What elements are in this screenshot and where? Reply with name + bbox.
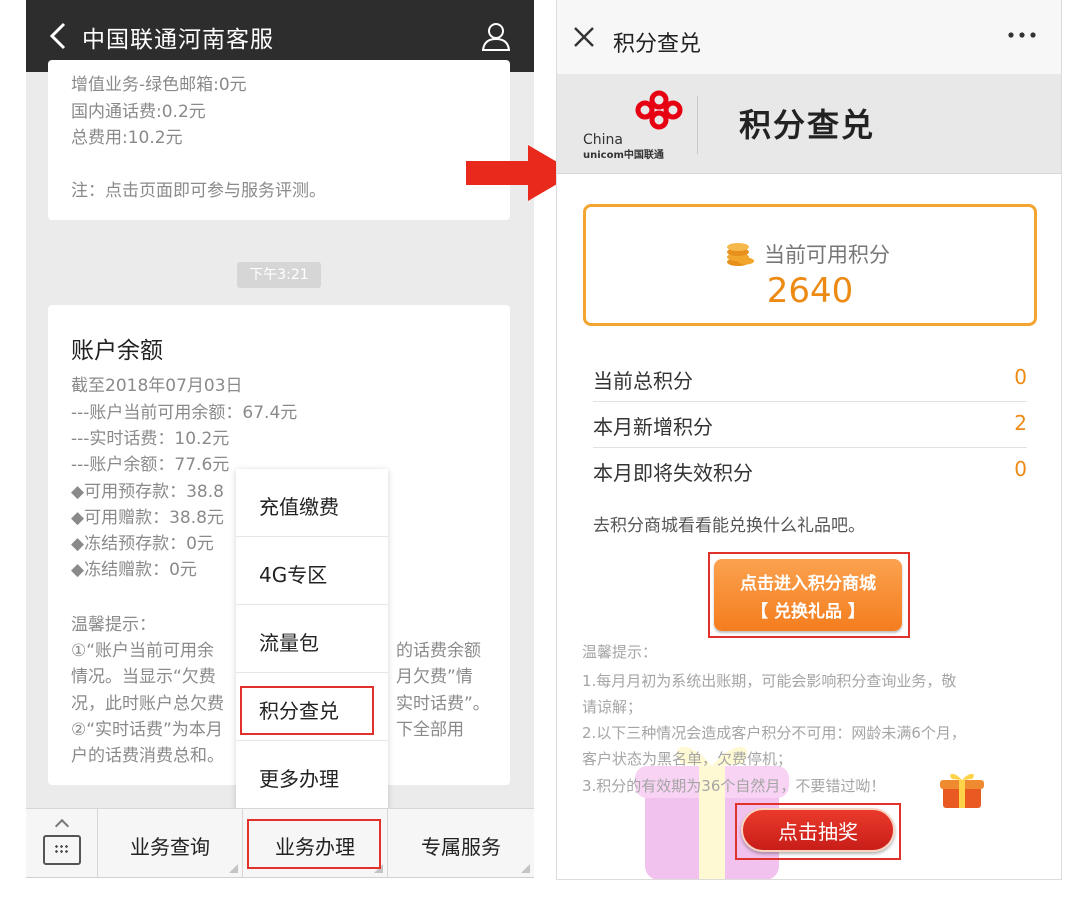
bill-line-total: 总费用:10.2元 <box>71 128 183 148</box>
balance-line: ◆冻结预存款：0元 <box>71 534 214 554</box>
tab-business-query[interactable]: 业务查询 <box>98 809 243 877</box>
balance-line: ◆可用赠款：38.8元 <box>71 508 224 528</box>
tab-label: 专属服务 <box>421 835 501 859</box>
balance-line: ---实时话费：10.2元 <box>71 429 230 449</box>
tips-line: 1.每月月初为系统出账期，可能会影响积分查询业务，敬 <box>582 672 957 690</box>
tips-heading: 温馨提示： <box>582 643 658 661</box>
china-unicom-logo: China unicom中国联通 <box>579 86 699 162</box>
available-points-value: 2640 <box>766 271 854 311</box>
points-banner: China unicom中国联通 积分查兑 <box>557 74 1061 174</box>
banner-title: 积分查兑 <box>739 106 876 144</box>
highlight-box-mall-button <box>708 552 910 638</box>
tab-label: 业务查询 <box>130 835 210 859</box>
service-popup-menu: 充值缴费 4G专区 流量包 积分查兑 更多办理 <box>236 469 388 809</box>
menu-item-data-package[interactable]: 流量包 <box>236 605 388 673</box>
submenu-indicator-icon <box>521 864 530 873</box>
bill-line-addon: 增值业务-绿色邮箱:0元 <box>71 75 247 95</box>
chat-screen: 中国联通河南客服 增值业务-绿色邮箱:0元 国内通话费:0.2元 总费用:10.… <box>26 0 534 878</box>
balance-line: ---账户当前可用余额：67.4元 <box>71 403 298 423</box>
points-row-expiring: 本月即将失效积分 0 <box>593 448 1027 494</box>
keyboard-toggle[interactable] <box>26 809 98 877</box>
tips-line: 2.以下三种情况会造成客户积分不可用：网龄未满6个月， <box>582 724 966 742</box>
points-row-label: 当前总积分 <box>593 369 693 393</box>
points-row-value: 0 <box>1014 365 1027 389</box>
tips-heading: 温馨提示： <box>71 615 156 635</box>
tips-line-fragment: 实时话费”。 <box>396 694 490 714</box>
menu-item-more[interactable]: 更多办理 <box>236 741 388 809</box>
unicom-knot-icon <box>635 90 683 130</box>
menu-item-4g-zone[interactable]: 4G专区 <box>236 537 388 605</box>
more-dots-icon[interactable] <box>1007 30 1037 40</box>
tips-line: 况，此时账户总欠费 <box>71 694 224 714</box>
tips-line-fragment: 月欠费”情 <box>396 667 473 687</box>
points-row-label: 本月即将失效积分 <box>593 461 753 485</box>
balance-line: ---账户余额：77.6元 <box>71 455 230 475</box>
balance-card-title: 账户余额 <box>71 338 163 364</box>
points-header-title: 积分查兑 <box>613 32 702 57</box>
chat-title: 中国联通河南客服 <box>82 27 274 53</box>
points-row-month-new: 本月新增积分 2 <box>593 402 1027 448</box>
tips-line: 情况。当显示“欠费 <box>71 667 216 687</box>
highlight-box-points-menu <box>240 686 374 735</box>
available-points-box: 当前可用积分 2640 <box>583 204 1037 326</box>
menu-item-label: 充值缴费 <box>259 495 339 519</box>
menu-item-label: 4G专区 <box>259 563 328 587</box>
points-header: 积分查兑 <box>557 0 1061 74</box>
tips-line-fragment: 下全部用 <box>396 720 464 740</box>
tab-exclusive-service[interactable]: 专属服务 <box>388 809 534 877</box>
bill-note: 注：点击页面即可参与服务评测。 <box>71 181 326 201</box>
chevron-left-icon[interactable] <box>46 18 70 54</box>
points-screen: 积分查兑 China unicom中国联通 积分查兑 当前可用积分 2640 当… <box>556 0 1062 880</box>
tips-line: 请谅解； <box>582 698 643 716</box>
highlight-box-business-tab <box>247 819 381 869</box>
tips-line: 3.积分的有效期为36个自然月，不要错过呦！ <box>582 777 886 795</box>
logo-divider <box>697 96 698 154</box>
keyboard-icon <box>43 835 81 865</box>
submenu-indicator-icon <box>229 864 238 873</box>
available-points-label: 当前可用积分 <box>764 243 890 267</box>
user-icon[interactable] <box>480 20 512 52</box>
highlight-box-lottery-button <box>735 803 901 860</box>
caret-up-icon <box>54 818 70 834</box>
menu-item-label: 流量包 <box>259 631 319 655</box>
tips-line-fragment: 的话费余额 <box>396 641 481 661</box>
message-timestamp: 下午3:21 <box>237 262 321 288</box>
tips-line: ②“实时话费”为本月 <box>71 720 223 740</box>
tips-line: 户的话费消费总和。 <box>71 746 224 766</box>
balance-line: ◆可用预存款：38.8 <box>71 482 224 502</box>
points-row-label: 本月新增积分 <box>593 415 713 439</box>
close-icon[interactable] <box>573 26 595 48</box>
points-row-total: 当前总积分 0 <box>593 356 1027 402</box>
bill-message-card[interactable]: 增值业务-绿色邮箱:0元 国内通话费:0.2元 总费用:10.2元 注：点击页面… <box>48 60 510 220</box>
logo-text-unicom: unicom中国联通 <box>583 150 664 161</box>
points-row-value: 2 <box>1014 411 1027 435</box>
bill-line-domestic-call: 国内通话费:0.2元 <box>71 102 206 122</box>
coins-icon <box>727 243 754 266</box>
small-gift-icon <box>940 773 984 808</box>
points-row-value: 0 <box>1014 457 1027 481</box>
menu-item-label: 更多办理 <box>259 767 339 791</box>
mall-hint-text: 去积分商城看看能兑换什么礼品吧。 <box>593 516 865 536</box>
tips-line: ①“账户当前可用余 <box>71 641 215 661</box>
balance-line: 截至2018年07月03日 <box>71 376 243 396</box>
balance-line: ◆冻结赠款：0元 <box>71 560 197 580</box>
menu-item-recharge[interactable]: 充值缴费 <box>236 469 388 537</box>
tips-line: 客户状态为黑名单，欠费停机； <box>582 750 793 768</box>
